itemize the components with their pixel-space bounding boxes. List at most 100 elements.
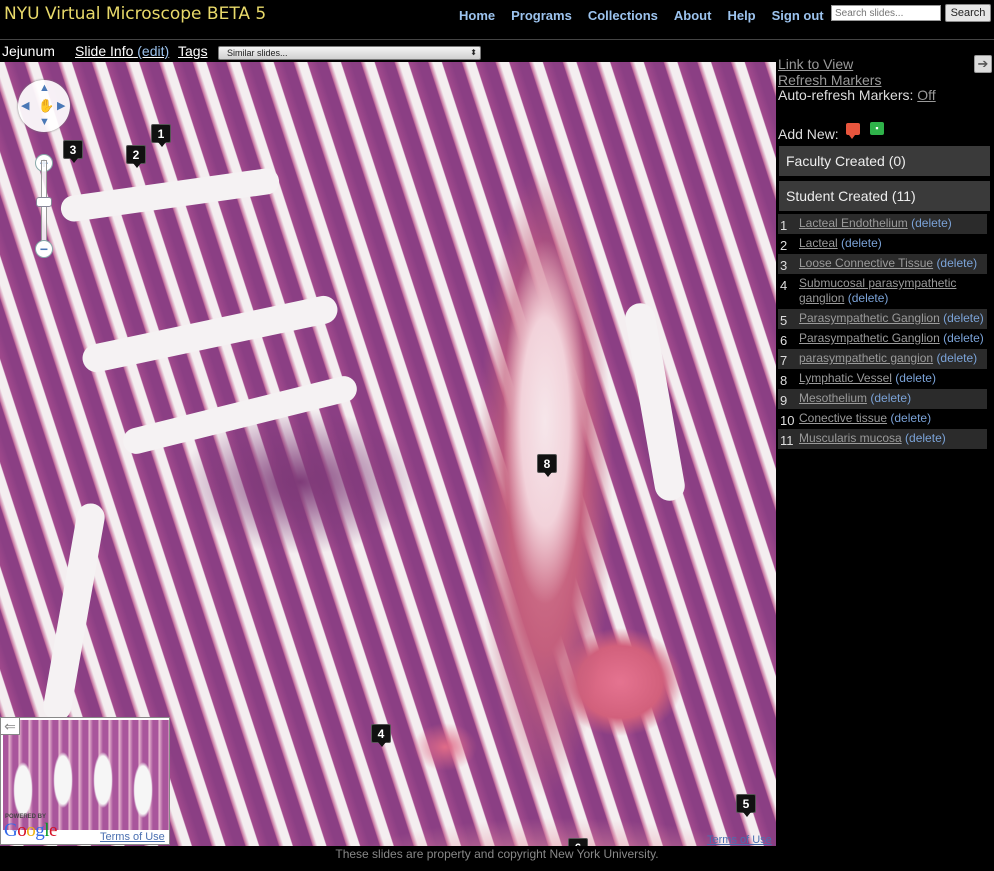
map-marker[interactable]: 8 bbox=[537, 454, 557, 477]
map-marker[interactable]: 4 bbox=[371, 724, 391, 747]
delete-marker-link[interactable]: (delete) bbox=[905, 431, 946, 445]
marker-list-item: 5 Parasympathetic Ganglion (delete) bbox=[778, 309, 987, 329]
nav-sign-out-link[interactable]: Sign out bbox=[772, 8, 824, 23]
add-marker-icon[interactable] bbox=[846, 123, 860, 139]
copyright-notice: These slides are property and copyright … bbox=[335, 847, 659, 861]
similar-slides-value: Similar slides... bbox=[227, 48, 288, 58]
marker-number: 6 bbox=[780, 333, 788, 348]
marker-list-item: 11 Muscularis mucosa (delete) bbox=[778, 429, 987, 449]
zoom-out-button[interactable]: − bbox=[35, 240, 53, 258]
marker-title-link[interactable]: Parasympathetic Ganglion bbox=[799, 331, 940, 345]
pan-control[interactable]: ▲ ◀ ▶ ▼ ✋ bbox=[18, 80, 70, 132]
map-marker[interactable]: 2 bbox=[126, 145, 146, 168]
header-bar: NYU Virtual Microscope BETA 5 Home Progr… bbox=[0, 0, 994, 40]
marker-number: 4 bbox=[780, 278, 788, 293]
marker-number: 8 bbox=[780, 373, 788, 388]
delete-marker-link[interactable]: (delete) bbox=[895, 371, 936, 385]
marker-title-link[interactable]: Lacteal bbox=[799, 236, 838, 250]
map-marker[interactable]: 1 bbox=[151, 124, 171, 147]
nav-home-link[interactable]: Home bbox=[459, 8, 495, 23]
delete-marker-link[interactable]: (delete) bbox=[943, 331, 984, 345]
main-nav: Home Programs Collections About Help Sig… bbox=[459, 8, 840, 23]
add-new-label: Add New: bbox=[778, 126, 839, 142]
marker-number: 10 bbox=[780, 413, 795, 428]
slide-info-label[interactable]: Slide Info bbox=[75, 43, 133, 59]
pan-down-icon[interactable]: ▼ bbox=[39, 116, 50, 128]
student-created-header[interactable]: Student Created (11) bbox=[779, 181, 990, 211]
map-marker[interactable]: 3 bbox=[63, 140, 83, 163]
similar-slides-select[interactable]: Similar slides... ⬍ bbox=[218, 46, 481, 60]
tissue-lumen bbox=[622, 300, 688, 504]
auto-refresh-label: Auto-refresh Markers: bbox=[778, 87, 914, 103]
zoom-slider-handle[interactable] bbox=[36, 197, 52, 207]
marker-list-item: 9 Mesothelium (delete) bbox=[778, 389, 987, 409]
app-title: NYU Virtual Microscope BETA 5 bbox=[4, 4, 267, 24]
tissue-lumen bbox=[41, 501, 107, 723]
marker-list-item: 10 Conective tissue (delete) bbox=[778, 409, 987, 429]
google-logo: Google bbox=[4, 820, 57, 841]
slide-info-edit-link[interactable]: (edit) bbox=[137, 43, 169, 59]
marker-number: 7 bbox=[780, 353, 788, 368]
pan-left-icon[interactable]: ◀ bbox=[21, 99, 29, 112]
pan-up-icon[interactable]: ▲ bbox=[39, 82, 50, 94]
overview-map[interactable]: POWERED BY Google Terms of Use bbox=[0, 717, 170, 845]
map-marker[interactable]: 6 bbox=[568, 838, 588, 846]
marker-number: 9 bbox=[780, 393, 788, 408]
marker-list-item: 1 Lacteal Endothelium (delete) bbox=[778, 214, 987, 234]
slide-info-link[interactable]: Slide Info (edit) bbox=[75, 43, 169, 59]
marker-list-item: 2 Lacteal (delete) bbox=[778, 234, 987, 254]
add-comment-icon[interactable]: ▪ bbox=[870, 122, 884, 135]
marker-title-link[interactable]: parasympathetic gangion bbox=[799, 351, 933, 365]
tags-link[interactable]: Tags bbox=[178, 43, 208, 59]
nav-programs-link[interactable]: Programs bbox=[511, 8, 572, 23]
marker-title-link[interactable]: Mesothelium bbox=[799, 391, 867, 405]
refresh-markers-link[interactable]: Refresh Markers bbox=[778, 72, 881, 88]
marker-number: 1 bbox=[780, 218, 788, 233]
marker-title-link[interactable]: Lacteal Endothelium bbox=[799, 216, 908, 230]
link-to-view-link[interactable]: Link to View bbox=[778, 56, 853, 72]
marker-number: 5 bbox=[780, 313, 788, 328]
marker-list-item: 3 Loose Connective Tissue (delete) bbox=[778, 254, 987, 274]
collapse-sidebar-icon[interactable]: ➔ bbox=[974, 55, 992, 73]
marker-number: 2 bbox=[780, 238, 788, 253]
slide-name: Jejunum bbox=[2, 43, 55, 59]
delete-marker-link[interactable]: (delete) bbox=[870, 391, 911, 405]
pan-right-icon[interactable]: ▶ bbox=[57, 99, 65, 112]
marker-number: 11 bbox=[780, 433, 794, 448]
marker-list-item: 6 Parasympathetic Ganglion (delete) bbox=[778, 329, 987, 349]
auto-refresh-setting: Auto-refresh Markers: Off bbox=[778, 87, 936, 103]
delete-marker-link[interactable]: (delete) bbox=[936, 256, 977, 270]
auto-refresh-toggle[interactable]: Off bbox=[917, 87, 935, 103]
marker-title-link[interactable]: Parasympathetic Ganglion bbox=[799, 311, 940, 325]
nav-collections-link[interactable]: Collections bbox=[588, 8, 658, 23]
search-input[interactable] bbox=[831, 5, 941, 21]
terms-of-use-link[interactable]: Terms of Use bbox=[100, 831, 165, 843]
marker-title-link[interactable]: Loose Connective Tissue bbox=[799, 256, 933, 270]
delete-marker-link[interactable]: (delete) bbox=[943, 311, 984, 325]
marker-number: 3 bbox=[780, 258, 788, 273]
marker-title-link[interactable]: Conective tissue bbox=[799, 411, 887, 425]
marker-title-link[interactable]: Lymphatic Vessel bbox=[799, 371, 892, 385]
nav-about-link[interactable]: About bbox=[674, 8, 712, 23]
delete-marker-link[interactable]: (delete) bbox=[936, 351, 977, 365]
tissue-lumen bbox=[120, 373, 360, 457]
marker-list-item: 4 Submucosal parasympathetic ganglion (de… bbox=[778, 274, 987, 309]
delete-marker-link[interactable]: (delete) bbox=[841, 236, 882, 250]
delete-marker-link[interactable]: (delete) bbox=[848, 291, 889, 305]
terms-of-use-link[interactable]: Terms of Use bbox=[707, 834, 772, 846]
delete-marker-link[interactable]: (delete) bbox=[890, 411, 931, 425]
search-button[interactable]: Search bbox=[945, 4, 991, 22]
tissue-lumen bbox=[59, 166, 281, 224]
select-arrows-icon: ⬍ bbox=[470, 48, 477, 57]
map-marker[interactable]: 5 bbox=[736, 794, 756, 817]
overview-collapse-icon[interactable]: ⇐ bbox=[0, 717, 20, 735]
faculty-created-header[interactable]: Faculty Created (0) bbox=[779, 146, 990, 176]
marker-sidebar: ➔ Link to View Refresh Markers Auto-refr… bbox=[776, 54, 994, 844]
marker-title-link[interactable]: Muscularis mucosa bbox=[799, 431, 902, 445]
marker-list-item: 7 parasympathetic gangion (delete) bbox=[778, 349, 987, 369]
marker-list-item: 8 Lymphatic Vessel (delete) bbox=[778, 369, 987, 389]
hand-icon[interactable]: ✋ bbox=[38, 98, 54, 114]
marker-list: 1 Lacteal Endothelium (delete) 2 Lacteal (… bbox=[778, 214, 987, 449]
nav-help-link[interactable]: Help bbox=[727, 8, 755, 23]
delete-marker-link[interactable]: (delete) bbox=[911, 216, 952, 230]
